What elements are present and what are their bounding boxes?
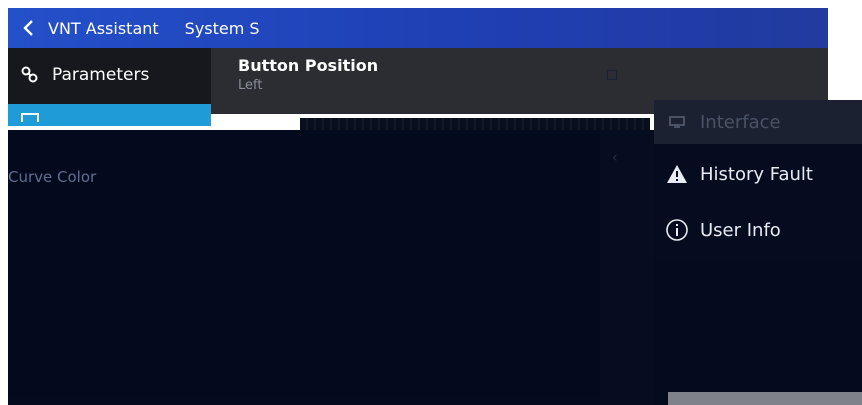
menu-item-user-info[interactable]: User Info: [654, 208, 862, 252]
monitor-icon: [8, 108, 52, 122]
square-icon: [607, 70, 617, 80]
render-glitch: [300, 118, 650, 130]
side-menu: Interface History Fault User Info: [654, 100, 862, 260]
overlay-left: Curve Color: [8, 130, 600, 398]
overlay-divider: [600, 130, 654, 405]
chevron-left-icon: ‹: [612, 150, 618, 166]
chevron-left-icon: [23, 20, 33, 36]
sidebar: Parameters: [8, 48, 211, 126]
title-bar: VNT Assistant System S: [8, 8, 828, 48]
sidebar-item-label: Parameters: [52, 65, 150, 85]
menu-item-interface[interactable]: Interface: [654, 100, 862, 144]
sidebar-item-parameters[interactable]: Parameters: [8, 48, 211, 102]
menu-item-label: User Info: [700, 219, 781, 241]
info-icon: [654, 218, 700, 242]
setting-button-position[interactable]: Button Position Left: [238, 56, 378, 93]
setting-value: Left: [238, 78, 263, 93]
menu-item-label: History Fault: [700, 163, 813, 185]
menu-item-label: Interface: [700, 111, 781, 133]
sidebar-item-interface[interactable]: [8, 104, 211, 126]
rear-window: VNT Assistant System S Parameters Button…: [8, 8, 828, 126]
horizontal-scrollbar[interactable]: [668, 392, 862, 405]
back-button[interactable]: [8, 8, 48, 48]
monitor-icon: [654, 115, 700, 129]
menu-item-history-fault[interactable]: History Fault: [654, 152, 862, 196]
sliders-icon: [8, 65, 52, 85]
curve-color-label: Curve Color: [8, 168, 97, 186]
section-title: System S: [184, 18, 260, 38]
app-title: VNT Assistant: [48, 18, 159, 38]
warning-icon: [654, 164, 700, 184]
setting-name: Button Position: [238, 56, 379, 75]
